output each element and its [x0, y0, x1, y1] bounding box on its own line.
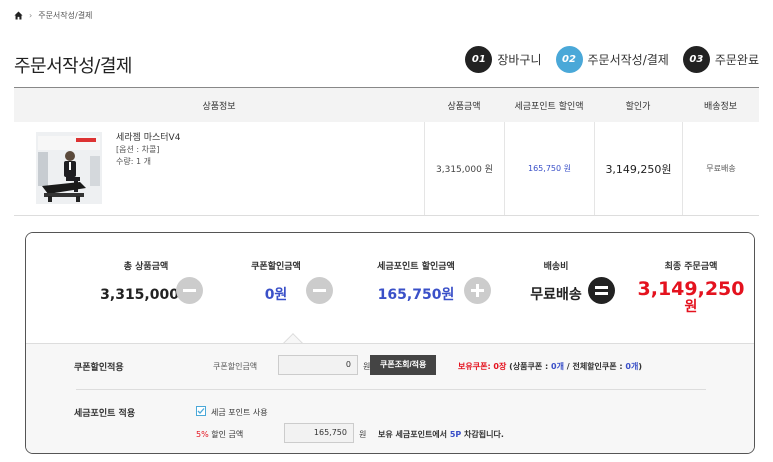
product-info-cell: 세라젬 마스터V4 [옵션 : 차콜] 수량: 1 개	[14, 122, 424, 215]
tax-section-title: 세금포인트 적용	[74, 409, 136, 419]
final-unit: 원	[684, 299, 698, 315]
coupon-lookup-button[interactable]: 쿠폰조회/적용	[370, 355, 437, 375]
tax-value: 165,750원	[377, 287, 455, 303]
sale-price: 3,149,250원	[594, 122, 682, 215]
plus-icon	[464, 277, 491, 304]
product-coupon-count: 0개	[551, 362, 564, 371]
coupon-detail-text: )	[638, 362, 642, 371]
home-icon[interactable]	[14, 11, 23, 20]
breadcrumb-current: 주문서작성/결제	[38, 11, 93, 20]
minus-icon	[306, 277, 333, 304]
total-label: 총 상품금액	[123, 262, 169, 272]
header-price: 상품금액	[447, 101, 481, 112]
tax-rate: 5%	[196, 430, 209, 439]
tax-unit: 원	[359, 430, 367, 439]
tax-point-note: 보유 세금포인트에서 5P 차감됩니다.	[378, 429, 504, 440]
breadcrumb: › 주문서작성/결제	[14, 10, 92, 21]
order-table-header: 상품정보 상품금액 세금포인트 할인액 할인가 배송정보	[14, 87, 759, 122]
coupon-amount-field[interactable]: 0	[278, 355, 358, 375]
product-image[interactable]	[36, 132, 102, 204]
step-label: 주문완료	[714, 53, 759, 67]
step-label: 장바구니	[497, 53, 542, 67]
owned-coupons: 보유쿠폰: 0장	[458, 362, 507, 371]
summary-totals: 총 상품금액 3,315,000원 쿠폰할인금액 0원 세금포인트 할인금액 1…	[26, 233, 754, 343]
page-title: 주문서작성/결제	[14, 56, 132, 77]
minus-icon	[176, 277, 203, 304]
tax-note-text: 차감됩니다.	[461, 430, 504, 439]
step-cart: 01 장바구니	[465, 46, 542, 73]
final-number: 3,149,250	[637, 278, 745, 300]
tax-note-text: 보유 세금포인트에서	[378, 430, 450, 439]
tax-checkbox-label[interactable]: 세금 포인트 사용	[211, 407, 268, 418]
shipping-info: 무료배송	[682, 122, 759, 215]
coupon-detail-text: (상품쿠폰 :	[509, 362, 552, 371]
header-shipping: 배송정보	[703, 101, 738, 112]
product-details: 세라젬 마스터V4 [옵션 : 차콜] 수량: 1 개	[116, 132, 180, 168]
order-steps: 01 장바구니 02 주문서작성/결제 03 주문완료	[455, 46, 759, 73]
coupon-detail-text: / 전체할인쿠폰 :	[563, 362, 626, 371]
divider	[76, 389, 706, 390]
shipping-label: 배송비	[543, 262, 569, 272]
equals-icon	[588, 277, 615, 304]
table-row: 세라젬 마스터V4 [옵션 : 차콜] 수량: 1 개 3,315,000 원 …	[14, 122, 759, 216]
step-checkout: 02 주문서작성/결제	[555, 46, 669, 73]
tax-discount-label: 5% 할인 금액	[196, 429, 243, 440]
step-number: 02	[555, 46, 583, 73]
step-label: 주문서작성/결제	[587, 53, 669, 67]
header-tax-discount: 세금포인트 할인액	[514, 101, 584, 112]
product-name[interactable]: 세라젬 마스터V4	[116, 132, 180, 144]
header-sale-price: 할인가	[625, 101, 651, 112]
tax-discount-text: 할인 금액	[208, 430, 244, 439]
all-coupon-count: 0개	[625, 362, 639, 371]
checkmark-icon	[197, 408, 205, 414]
coupon-label: 쿠폰할인금액	[251, 262, 301, 272]
step-complete: 03 주문완료	[682, 46, 759, 73]
chevron-right-icon: ›	[29, 11, 33, 20]
tax-discount-field[interactable]: 165,750	[284, 423, 354, 443]
payment-summary: 총 상품금액 3,315,000원 쿠폰할인금액 0원 세금포인트 할인금액 1…	[25, 232, 755, 454]
coupon-field-label: 쿠폰할인금액	[213, 362, 258, 371]
tax-point-discount: 165,750 원	[504, 122, 594, 215]
header-product-info: 상품정보	[202, 101, 236, 112]
coupon-section-title: 쿠폰할인적용	[74, 363, 124, 373]
step-number: 01	[465, 46, 493, 73]
product-quantity: 수량: 1 개	[116, 157, 151, 166]
discount-options: 쿠폰할인적용 쿠폰할인금액 0 원 쿠폰조회/적용 보유쿠폰: 0장 (상품쿠폰…	[26, 343, 754, 453]
tax-point-discount-amount: 세금포인트 할인금액 165,750원	[351, 259, 481, 304]
product-price: 3,315,000 원	[424, 122, 504, 215]
product-option: [옵션 : 차콜]	[116, 145, 160, 154]
step-number: 03	[682, 46, 710, 73]
final-value: 3,149,250 원	[636, 280, 746, 316]
tax-note-points: 5P	[449, 430, 462, 439]
final-label: 최종 주문금액	[664, 262, 718, 272]
tax-label: 세금포인트 할인금액	[377, 262, 455, 272]
coupon-owned-info: 보유쿠폰: 0장 (상품쿠폰 : 0개 / 전체할인쿠폰 : 0개)	[458, 361, 642, 372]
tax-point-checkbox[interactable]	[196, 406, 206, 416]
final-order-amount: 최종 주문금액 3,149,250 원	[636, 259, 746, 316]
